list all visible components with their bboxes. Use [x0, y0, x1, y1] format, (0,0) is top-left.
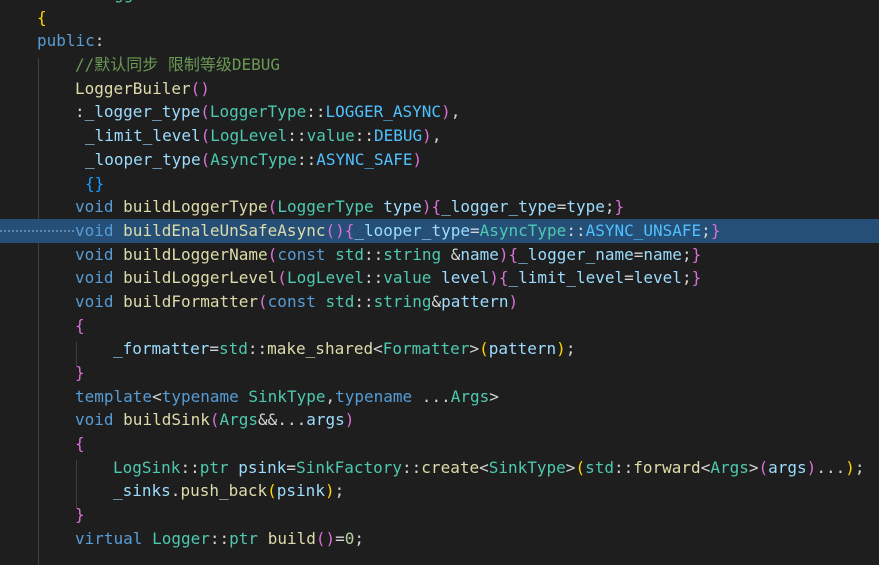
- code-line[interactable]: _sinks.push_back(psink);: [0, 479, 879, 503]
- code-line-text: LogSink::ptr psink=SinkFactory::create<S…: [113, 457, 865, 477]
- code-line-text: void buildLoggerLevel(LogLevel::value le…: [75, 268, 702, 288]
- code-line[interactable]: void buildLoggerName(const std::string &…: [0, 243, 879, 267]
- code-line[interactable]: LoggerBuiler(): [0, 77, 879, 101]
- code-line[interactable]: _limit_level(LogLevel::value::DEBUG),: [0, 124, 879, 148]
- code-comment: //默认同步 限制等级DEBUG: [75, 55, 281, 75]
- code-line[interactable]: //默认同步 限制等级DEBUG: [0, 53, 879, 77]
- code-line-text: {: [75, 434, 85, 454]
- code-line-text: void buildLoggerType(LoggerType type){_l…: [75, 197, 625, 217]
- code-line[interactable]: _looper_type(AsyncType::ASYNC_SAFE): [0, 148, 879, 172]
- code-line-text: _looper_type(AsyncType::ASYNC_SAFE): [85, 149, 423, 169]
- code-line[interactable]: :_logger_type(LoggerType::LOGGER_ASYNC),: [0, 100, 879, 124]
- code-line-text: void buildLoggerName(const std::string &…: [75, 244, 702, 264]
- code-line[interactable]: {: [0, 6, 879, 30]
- code-line[interactable]: void buildLoggerLevel(LogLevel::value le…: [0, 266, 879, 290]
- code-line[interactable]: template<typename SinkType,typename ...A…: [0, 385, 879, 409]
- code-line[interactable]: void buildFormatter(const std::string&pa…: [0, 290, 879, 314]
- code-line-text: template<typename SinkType,typename ...A…: [75, 386, 499, 406]
- code-line[interactable]: _formatter=std::make_shared<Formatter>(p…: [0, 337, 879, 361]
- code-line-text: {}: [85, 173, 105, 193]
- code-line-text: _limit_level(LogLevel::value::DEBUG),: [85, 126, 442, 146]
- whitespace-dots: [0, 229, 74, 232]
- code-line-text: {: [37, 7, 47, 27]
- code-lines[interactable]: class LoggerBuiler { public: //默认同步 限制等级…: [0, 0, 879, 551]
- code-line-text: }: [75, 363, 85, 382]
- code-line-text: :_logger_type(LoggerType::LOGGER_ASYNC),: [75, 102, 461, 122]
- code-line-text: void buildFormatter(const std::string&pa…: [75, 291, 519, 311]
- code-editor[interactable]: class LoggerBuiler { public: //默认同步 限制等级…: [0, 0, 879, 565]
- code-line[interactable]: {}: [0, 172, 879, 196]
- code-line[interactable]: virtual Logger::ptr build()=0;: [0, 527, 879, 551]
- code-line-text: void buildEnaleUnSafeAsync(){_looper_typ…: [75, 220, 721, 240]
- code-line[interactable]: }: [0, 361, 879, 385]
- code-line[interactable]: }: [0, 503, 879, 527]
- code-line-text: public:: [37, 31, 105, 51]
- code-line[interactable]: {: [0, 432, 879, 456]
- code-line[interactable]: {: [0, 314, 879, 338]
- code-line-text: LoggerBuiler(): [75, 78, 210, 98]
- code-line-text: virtual Logger::ptr build()=0;: [75, 528, 365, 548]
- code-line[interactable]: void buildSink(Args&&...args): [0, 408, 879, 432]
- code-line-text: }: [75, 505, 85, 525]
- code-line[interactable]: void buildLoggerType(LoggerType type){_l…: [0, 195, 879, 219]
- code-line[interactable]: LogSink::ptr psink=SinkFactory::create<S…: [0, 456, 879, 480]
- code-line[interactable]: public:: [0, 29, 879, 53]
- code-line-text: void buildSink(Args&&...args): [75, 410, 355, 430]
- code-line-text: {: [75, 315, 85, 335]
- code-line-text: _sinks.push_back(psink);: [113, 481, 345, 501]
- code-line-text: _formatter=std::make_shared<Formatter>(p…: [113, 339, 576, 359]
- code-line-highlighted[interactable]: void buildEnaleUnSafeAsync(){_looper_typ…: [0, 218, 879, 243]
